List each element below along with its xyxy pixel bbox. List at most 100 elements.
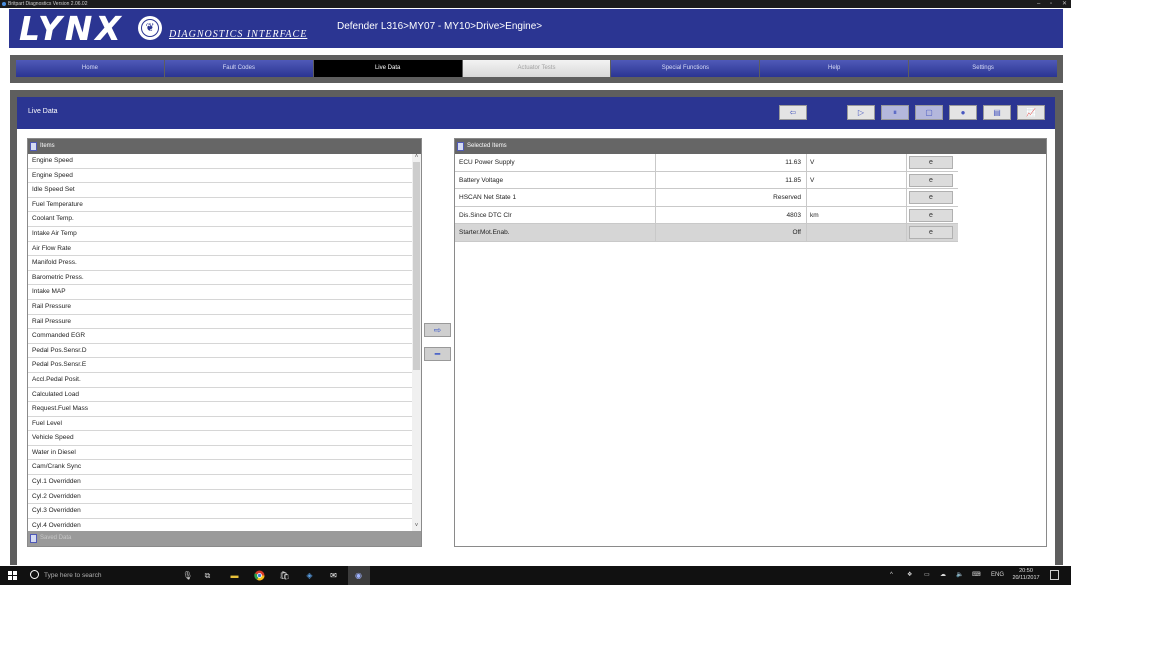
tab-help[interactable]: Help — [760, 60, 909, 77]
table-row[interactable]: Dis.Since DTC Clr 4803 km e — [455, 206, 958, 225]
battery-icon[interactable]: ▭ — [924, 566, 930, 585]
table-row[interactable]: ECU Power Supply 11.63 V e — [455, 154, 958, 172]
list-item[interactable]: Intake MAP — [28, 285, 412, 300]
items-list: Engine Speed Engine Speed Idle Speed Set… — [28, 154, 421, 531]
tray-chevron-icon[interactable]: ^ — [890, 566, 893, 585]
windows-start-icon[interactable] — [8, 571, 17, 580]
microphone-icon[interactable]: 🎙 — [182, 570, 193, 581]
list-item[interactable]: Pedal Pos.Sensr.D — [28, 344, 412, 359]
dropbox-icon[interactable]: ❖ — [907, 566, 912, 585]
lynx-logo: LYNX — [19, 9, 124, 48]
scroll-up-icon[interactable]: ˄ — [413, 154, 420, 161]
table-row[interactable]: Starter.Mot.Enab. Off e — [455, 224, 958, 242]
tab-settings[interactable]: Settings — [909, 60, 1058, 77]
list-item[interactable]: Water in Diesel — [28, 446, 412, 461]
language-indicator[interactable]: ENG — [991, 566, 1004, 585]
tab-fault-codes[interactable]: Fault Codes — [164, 60, 313, 77]
taskbar-clock[interactable]: 20:50 20/11/2017 — [1008, 568, 1044, 582]
param-unit: km — [810, 211, 819, 219]
list-item[interactable]: Engine Speed — [28, 154, 412, 169]
table-row[interactable]: HSCAN Net State 1 Reserved e — [455, 189, 958, 207]
list-item[interactable]: Cyl.3 Overridden — [28, 504, 412, 519]
play-button[interactable]: ▷ — [847, 105, 875, 120]
saved-data-bar[interactable]: Saved Data — [28, 531, 421, 546]
row-action-button[interactable]: e — [909, 208, 953, 222]
app-icon-blue[interactable]: ◈ — [304, 570, 315, 581]
items-scrollbar[interactable]: ˄ ˅ — [412, 154, 421, 531]
main-nav: Home Fault Codes Live Data Actuator Test… — [10, 55, 1063, 83]
search-input[interactable]: Type here to search — [44, 566, 101, 585]
file-explorer-icon[interactable]: ▬ — [229, 570, 240, 581]
row-action-button[interactable]: e — [909, 226, 953, 240]
list-item[interactable]: Manifold Press. — [28, 256, 412, 271]
task-view-icon[interactable]: ⧉ — [202, 570, 213, 581]
lynx-taskbar-button[interactable]: ◉ — [348, 566, 370, 585]
list-item[interactable]: Intake Air Temp — [28, 227, 412, 242]
keyboard-icon[interactable]: ⌨ — [972, 566, 981, 585]
list-icon — [30, 534, 37, 543]
volume-icon[interactable]: 🔈 — [956, 566, 963, 585]
stop-button[interactable]: ▢ — [915, 105, 943, 120]
minimize-icon[interactable]: – — [1037, 0, 1040, 8]
selected-items-table: ECU Power Supply 11.63 V e Battery Volta… — [455, 154, 958, 242]
list-item[interactable]: Rail Pressure — [28, 315, 412, 330]
list-item[interactable]: Fuel Temperature — [28, 198, 412, 213]
store-icon[interactable]: 🛍 — [279, 570, 290, 581]
chrome-icon[interactable] — [254, 570, 265, 581]
title-bar: Britpart Diagnostics Version 2.06.02 – ▫… — [0, 0, 1071, 8]
list-item[interactable]: Engine Speed — [28, 169, 412, 184]
taskbar-search[interactable]: Type here to search — [26, 566, 201, 585]
list-item[interactable]: Accl.Pedal Posit. — [28, 373, 412, 388]
list-view-button[interactable]: ▤ — [983, 105, 1011, 120]
back-button[interactable]: ⇦ — [779, 105, 807, 120]
tab-home[interactable]: Home — [16, 60, 164, 77]
pause-button[interactable]: ⏸ — [881, 105, 909, 120]
list-item[interactable]: Rail Pressure — [28, 300, 412, 315]
maximize-icon[interactable]: ▫ — [1050, 0, 1052, 8]
list-item[interactable]: Pedal Pos.Sensr.E — [28, 358, 412, 373]
scrollbar-thumb[interactable] — [413, 162, 420, 370]
list-item[interactable]: Idle Speed Set — [28, 183, 412, 198]
list-item[interactable]: Cyl.1 Overridden — [28, 475, 412, 490]
tab-special-functions[interactable]: Special Functions — [611, 60, 760, 77]
items-panel-header: Items — [28, 139, 421, 154]
add-item-button[interactable]: ⇨ — [424, 323, 451, 337]
list-item[interactable]: Coolant Temp. — [28, 212, 412, 227]
list-item[interactable]: Cyl.4 Overridden — [28, 519, 412, 531]
scroll-down-icon[interactable]: ˅ — [413, 523, 420, 530]
list-item[interactable]: Cyl.2 Overridden — [28, 490, 412, 505]
row-action-button[interactable]: e — [909, 156, 953, 169]
list-item[interactable]: Barometric Press. — [28, 271, 412, 286]
selected-items-header: Selected Items — [455, 139, 1046, 154]
taskbar: Type here to search 🎙 ⧉ ▬ 🛍 ◈ ✉ ◉ ^ ❖ ▭ … — [0, 566, 1071, 585]
graph-view-button[interactable]: 📈 — [1017, 105, 1045, 120]
table-row[interactable]: Battery Voltage 11.85 V e — [455, 171, 958, 190]
list-item[interactable]: Air Flow Rate — [28, 242, 412, 257]
mail-icon[interactable]: ✉ — [328, 570, 339, 581]
param-name: Battery Voltage — [459, 176, 504, 184]
param-value: Off — [792, 229, 801, 237]
close-icon[interactable]: ✕ — [1062, 0, 1067, 8]
param-name: HSCAN Net State 1 — [459, 194, 517, 202]
app-subtitle: DIAGNOSTICS INTERFACE — [169, 29, 308, 40]
row-action-button[interactable]: e — [909, 191, 953, 205]
tab-actuator-tests[interactable]: Actuator Tests — [462, 60, 611, 77]
remove-item-button[interactable]: ━ — [424, 347, 451, 361]
record-button[interactable]: ● — [949, 105, 977, 120]
list-item[interactable]: Cam/Crank Sync — [28, 460, 412, 476]
param-unit: V — [810, 176, 815, 184]
saved-data-label: Saved Data — [40, 535, 72, 541]
breadcrumb: Defender L316>MY07 - MY10>Drive>Engine> — [337, 21, 543, 32]
param-value: 11.63 — [785, 159, 801, 166]
notification-icon[interactable] — [1050, 570, 1059, 580]
list-item[interactable]: Request.Fuel Mass — [28, 402, 412, 417]
list-item[interactable]: Vehicle Speed — [28, 431, 412, 446]
tab-live-data[interactable]: Live Data — [313, 60, 462, 77]
list-item[interactable]: Fuel Level — [28, 417, 412, 432]
list-item[interactable]: Commanded EGR — [28, 329, 412, 344]
list-item[interactable]: Calculated Load — [28, 388, 412, 403]
row-action-button[interactable]: e — [909, 173, 953, 187]
lynx-head-icon: ❦ — [138, 16, 162, 40]
onedrive-icon[interactable]: ☁ — [940, 566, 946, 585]
param-name: Dis.Since DTC Clr — [459, 211, 512, 219]
